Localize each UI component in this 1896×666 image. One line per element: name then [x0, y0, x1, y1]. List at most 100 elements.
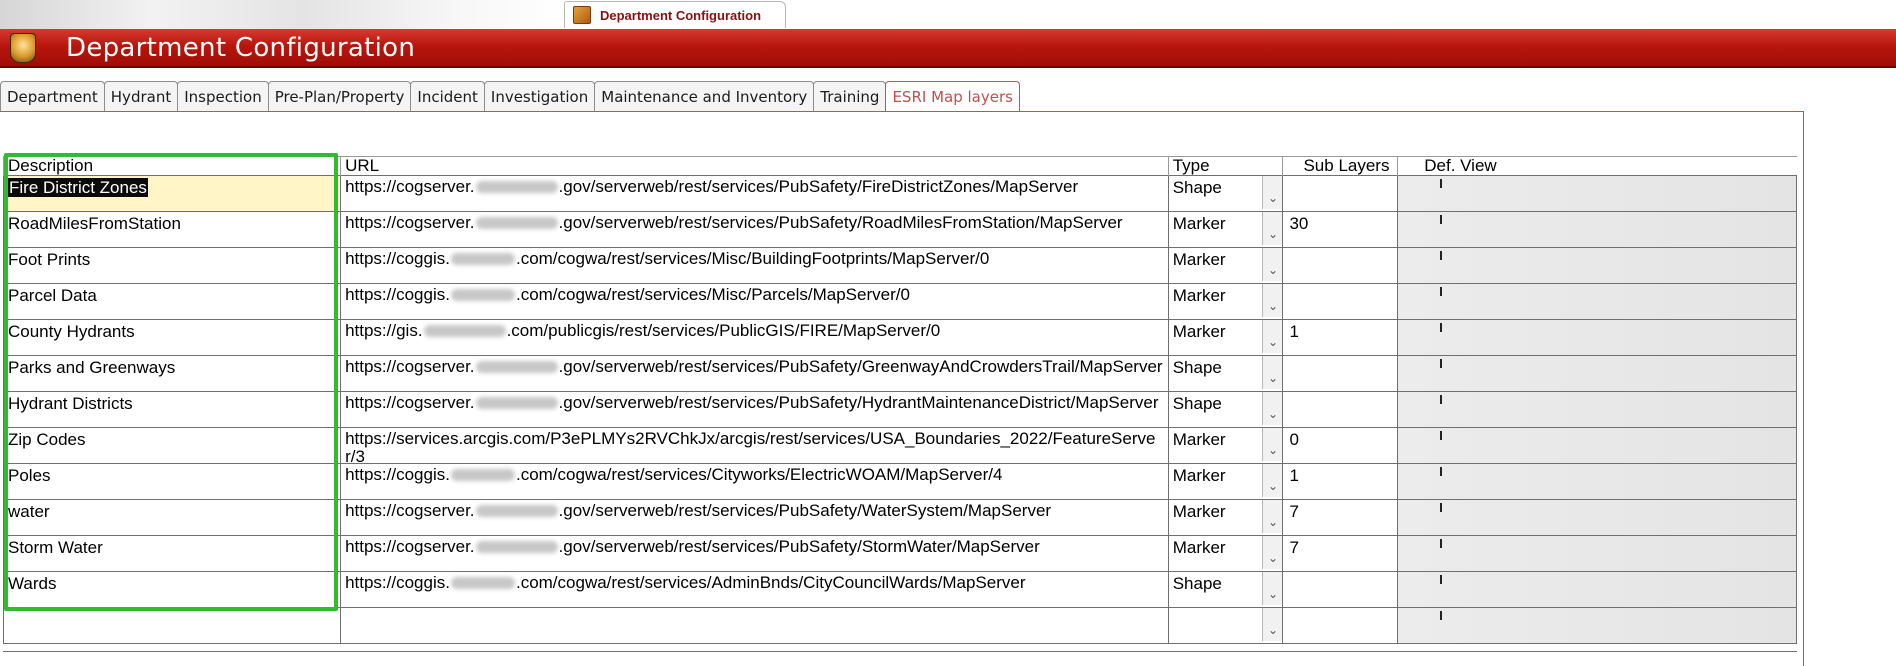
def-view-cell[interactable] [1397, 319, 1797, 356]
chevron-down-icon[interactable]: ⌄ [1262, 428, 1282, 461]
table-row[interactable]: Hydrant Districts https://cogserver. .gov/… [2, 391, 1797, 428]
tab-investigation[interactable]: Investigation [483, 81, 596, 112]
table-row[interactable]: Storm Water https://cogserver. .gov/server… [2, 535, 1797, 572]
url-cell[interactable]: https://cogserver. .gov/serverweb/rest/se… [340, 211, 1169, 248]
def-view-checkbox[interactable] [1440, 323, 1443, 332]
type-cell[interactable]: Shape ⌄ [1167, 391, 1284, 428]
column-header-description[interactable]: Description [2, 156, 341, 176]
type-cell[interactable]: Marker ⌄ [1167, 319, 1284, 356]
chevron-down-icon[interactable]: ⌄ [1262, 464, 1282, 497]
tab-maintenance-and-inventory[interactable]: Maintenance and Inventory [594, 81, 815, 112]
def-view-cell[interactable] [1397, 391, 1797, 428]
description-cell[interactable]: Foot Prints [2, 247, 342, 284]
table-row[interactable]: Parks and Greenways https://cogserver. .go… [2, 355, 1797, 392]
type-cell[interactable]: Marker ⌄ [1167, 211, 1284, 248]
type-cell[interactable]: Marker ⌄ [1167, 463, 1284, 500]
type-cell[interactable]: Shape ⌄ [1167, 571, 1284, 608]
tab-inspection[interactable]: Inspection [177, 81, 269, 112]
def-view-checkbox[interactable] [1440, 251, 1443, 260]
type-cell[interactable]: Marker ⌄ [1167, 427, 1284, 464]
column-header-sub-layers[interactable]: Sub Layers [1282, 156, 1398, 176]
url-cell[interactable]: https://coggis. .com/cogwa/rest/services/… [340, 571, 1169, 608]
sub-layers-cell[interactable]: 0 [1282, 427, 1399, 464]
description-cell[interactable] [2, 607, 342, 644]
def-view-checkbox[interactable] [1440, 611, 1443, 620]
type-cell[interactable]: Marker ⌄ [1167, 247, 1284, 284]
table-row[interactable]: County Hydrants https://gis. .com/publicgi… [2, 319, 1797, 356]
table-row[interactable]: RoadMilesFromStation https://cogserver. .g… [2, 211, 1797, 248]
table-row[interactable]: Poles https://coggis. .com/cogwa/rest/serv… [2, 463, 1797, 500]
def-view-checkbox[interactable] [1440, 431, 1443, 440]
def-view-cell[interactable] [1397, 607, 1797, 644]
url-cell[interactable]: https://coggis. .com/cogwa/rest/services/… [340, 463, 1169, 500]
sub-layers-cell[interactable]: 7 [1282, 499, 1399, 536]
description-cell[interactable]: Wards [2, 571, 342, 608]
table-row[interactable]: Parcel Data https://coggis. .com/cogwa/res… [2, 283, 1797, 320]
def-view-checkbox[interactable] [1440, 503, 1443, 512]
description-cell[interactable]: Storm Water [2, 535, 342, 572]
chevron-down-icon[interactable]: ⌄ [1262, 176, 1282, 209]
def-view-cell[interactable] [1397, 571, 1797, 608]
type-cell[interactable]: Shape ⌄ [1167, 175, 1284, 212]
def-view-checkbox[interactable] [1440, 359, 1443, 368]
tab-pre-plan-property[interactable]: Pre-Plan/Property [267, 81, 412, 112]
chevron-down-icon[interactable]: ⌄ [1262, 500, 1282, 533]
tab-department[interactable]: Department [0, 81, 105, 112]
column-header-def-view[interactable]: Def. View [1397, 156, 1797, 176]
tab-incident[interactable]: Incident [410, 81, 485, 112]
sub-layers-cell[interactable] [1282, 355, 1399, 392]
type-cell[interactable]: Shape ⌄ [1167, 355, 1284, 392]
sub-layers-cell[interactable] [1282, 283, 1399, 320]
def-view-cell[interactable] [1397, 211, 1797, 248]
def-view-checkbox[interactable] [1440, 179, 1443, 188]
def-view-checkbox[interactable] [1440, 467, 1443, 476]
chevron-down-icon[interactable]: ⌄ [1262, 248, 1282, 281]
tab-training[interactable]: Training [813, 81, 887, 112]
document-tab[interactable]: Department Configuration [564, 1, 786, 28]
url-cell[interactable]: https://cogserver. .gov/serverweb/rest/se… [340, 499, 1169, 536]
chevron-down-icon[interactable]: ⌄ [1262, 608, 1282, 641]
type-cell[interactable]: Marker ⌄ [1167, 499, 1284, 536]
sub-layers-cell[interactable] [1282, 391, 1399, 428]
table-row[interactable]: Wards https://coggis. .com/cogwa/rest/serv… [2, 571, 1797, 608]
def-view-checkbox[interactable] [1440, 539, 1443, 548]
description-cell[interactable]: Parks and Greenways [2, 355, 342, 392]
url-cell[interactable] [340, 607, 1169, 644]
description-cell[interactable]: RoadMilesFromStation [2, 211, 342, 248]
table-row[interactable]: ⌄ [2, 607, 1797, 644]
def-view-cell[interactable] [1397, 463, 1797, 500]
chevron-down-icon[interactable]: ⌄ [1262, 572, 1282, 605]
def-view-cell[interactable] [1397, 247, 1797, 284]
sub-layers-cell[interactable]: 30 [1282, 211, 1399, 248]
chevron-down-icon[interactable]: ⌄ [1262, 320, 1282, 353]
url-cell[interactable]: https://gis. .com/publicgis/rest/services… [340, 319, 1169, 356]
tab-esri-map-layers[interactable]: ESRI Map layers [885, 81, 1020, 112]
description-cell[interactable]: Parcel Data [2, 283, 342, 320]
sub-layers-cell[interactable]: 1 [1282, 463, 1399, 500]
def-view-cell[interactable] [1397, 283, 1797, 320]
table-row[interactable]: Zip Codes https://services.arcgis.com/P3e… [2, 427, 1797, 464]
sub-layers-cell[interactable] [1282, 175, 1399, 212]
table-row[interactable]: Fire District Zones https://cogserver. .go… [2, 175, 1797, 212]
column-header-type[interactable]: Type [1167, 156, 1283, 176]
def-view-cell[interactable] [1397, 427, 1797, 464]
def-view-cell[interactable] [1397, 535, 1797, 572]
url-cell[interactable]: https://cogserver. .gov/serverweb/rest/se… [340, 355, 1169, 392]
chevron-down-icon[interactable]: ⌄ [1262, 212, 1282, 245]
type-cell[interactable]: Marker ⌄ [1167, 535, 1284, 572]
sub-layers-cell[interactable]: 7 [1282, 535, 1399, 572]
chevron-down-icon[interactable]: ⌄ [1262, 284, 1282, 317]
tab-hydrant[interactable]: Hydrant [103, 81, 179, 112]
sub-layers-cell[interactable] [1282, 247, 1399, 284]
def-view-checkbox[interactable] [1440, 287, 1443, 296]
url-cell[interactable]: https://cogserver. .gov/serverweb/rest/se… [340, 535, 1169, 572]
url-cell[interactable]: https://cogserver. .gov/serverweb/rest/se… [340, 391, 1169, 428]
sub-layers-cell[interactable]: 1 [1282, 319, 1399, 356]
url-cell[interactable]: https://coggis. .com/cogwa/rest/services/… [340, 283, 1169, 320]
def-view-checkbox[interactable] [1440, 575, 1443, 584]
description-cell[interactable]: Zip Codes [2, 427, 342, 464]
description-cell[interactable]: County Hydrants [2, 319, 342, 356]
def-view-checkbox[interactable] [1440, 215, 1443, 224]
description-cell[interactable]: Fire District Zones [2, 175, 342, 212]
def-view-cell[interactable] [1397, 355, 1797, 392]
